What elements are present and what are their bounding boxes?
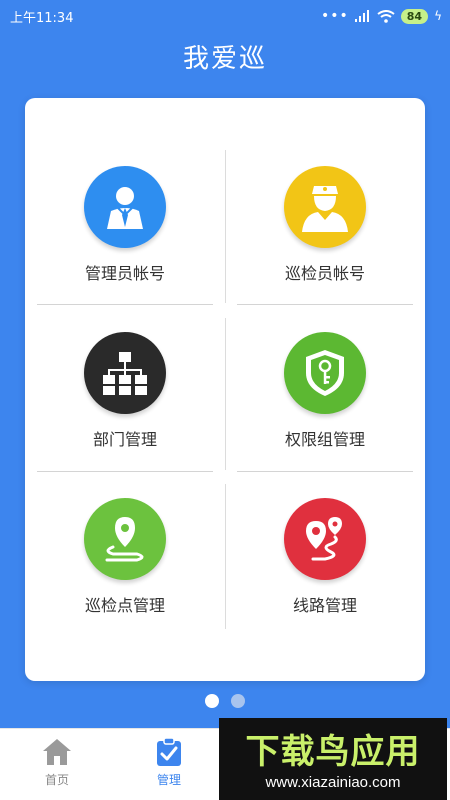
tile-inspector-account[interactable]: 巡检员帐号 xyxy=(225,166,425,326)
battery-badge: 84 xyxy=(400,8,429,24)
menu-card: 管理员帐号 巡检员帐号 部门管理 权限组管理 巡检点管理 线路管理 xyxy=(25,98,425,681)
route-icon xyxy=(284,498,366,580)
shield-key-icon xyxy=(284,332,366,414)
tile-label: 线路管理 xyxy=(292,596,357,615)
status-time: 上午11:34 xyxy=(10,10,74,26)
home-icon xyxy=(43,739,71,765)
tile-label: 部门管理 xyxy=(92,430,157,449)
tile-permission-group-management[interactable]: 权限组管理 xyxy=(225,332,425,492)
charging-icon: ϟ xyxy=(434,9,442,23)
tab-label: 首页 xyxy=(44,773,69,787)
more-dots-icon: ••• xyxy=(320,8,349,24)
tile-route-management[interactable]: 线路管理 xyxy=(225,498,425,658)
org-chart-icon xyxy=(84,332,166,414)
signal-icon xyxy=(354,10,369,22)
tile-label: 巡检员帐号 xyxy=(284,264,365,283)
location-pin-icon xyxy=(84,498,166,580)
tab-label: 管理 xyxy=(156,773,181,787)
tile-label: 巡检点管理 xyxy=(84,596,165,615)
tab-manage[interactable]: 管理 xyxy=(139,737,199,788)
admin-user-icon xyxy=(84,166,166,248)
page-title: 我爱巡 xyxy=(182,44,267,74)
watermark: 下载鸟应用 www.xiazainiao.com xyxy=(219,718,447,800)
tile-label: 权限组管理 xyxy=(284,430,365,449)
page-dot[interactable] xyxy=(205,694,219,708)
watermark-url: www.xiazainiao.com xyxy=(265,774,401,791)
page-dot[interactable] xyxy=(231,694,245,708)
watermark-logo-text: 下载鸟应用 xyxy=(245,732,421,772)
page-indicator xyxy=(0,694,450,708)
tile-admin-account[interactable]: 管理员帐号 xyxy=(25,166,225,326)
wifi-icon xyxy=(377,9,395,23)
inspector-icon xyxy=(284,166,366,248)
tile-label: 管理员帐号 xyxy=(84,264,165,283)
status-bar: 上午11:34 ••• 84 ϟ xyxy=(0,0,450,32)
tab-home[interactable]: 首页 xyxy=(27,737,87,788)
tile-department-management[interactable]: 部门管理 xyxy=(25,332,225,492)
status-icons: ••• 84 ϟ xyxy=(321,8,442,24)
clipboard-check-icon xyxy=(157,737,181,766)
tile-checkpoint-management[interactable]: 巡检点管理 xyxy=(25,498,225,658)
